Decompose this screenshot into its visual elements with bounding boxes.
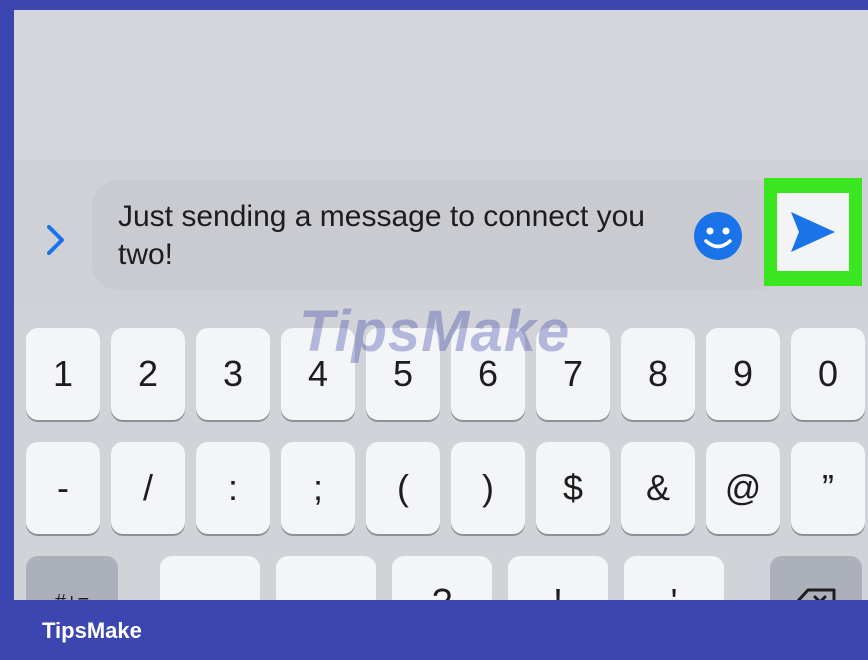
key-at[interactable]: @: [706, 442, 780, 534]
message-text[interactable]: Just sending a message to connect you tw…: [118, 198, 688, 274]
message-input[interactable]: Just sending a message to connect you tw…: [92, 180, 782, 290]
send-icon: [791, 212, 835, 252]
key-dollar[interactable]: $: [536, 442, 610, 534]
key-colon[interactable]: :: [196, 442, 270, 534]
key-open-paren[interactable]: (: [366, 442, 440, 534]
brand-label: TipsMake: [42, 618, 142, 643]
key-question[interactable]: ?: [392, 556, 492, 600]
key-exclamation[interactable]: !: [508, 556, 608, 600]
key-0[interactable]: 0: [791, 328, 865, 420]
bottom-banner: TipsMake: [0, 600, 868, 660]
key-3[interactable]: 3: [196, 328, 270, 420]
send-button[interactable]: [777, 193, 849, 271]
key-ampersand[interactable]: &: [621, 442, 695, 534]
key-apostrophe[interactable]: ': [624, 556, 724, 600]
key-1[interactable]: 1: [26, 328, 100, 420]
send-button-highlight: [764, 178, 862, 286]
key-hyphen[interactable]: -: [26, 442, 100, 534]
key-delete[interactable]: [770, 556, 862, 600]
key-8[interactable]: 8: [621, 328, 695, 420]
key-9[interactable]: 9: [706, 328, 780, 420]
key-slash[interactable]: /: [111, 442, 185, 534]
key-blank-2[interactable]: [276, 556, 376, 600]
emoji-icon[interactable]: [692, 210, 744, 262]
key-semicolon[interactable]: ;: [281, 442, 355, 534]
key-blank-1[interactable]: [160, 556, 260, 600]
watermark: TipsMake: [299, 299, 571, 364]
chevron-right-icon[interactable]: [44, 220, 68, 260]
key-2[interactable]: 2: [111, 328, 185, 420]
key-quote[interactable]: ”: [791, 442, 865, 534]
delete-icon: [796, 588, 836, 600]
key-close-paren[interactable]: ): [451, 442, 525, 534]
key-more-symbols[interactable]: #+=: [26, 556, 118, 600]
conversation-area: [14, 10, 868, 160]
screenshot-frame: Just sending a message to connect you tw…: [14, 10, 868, 600]
